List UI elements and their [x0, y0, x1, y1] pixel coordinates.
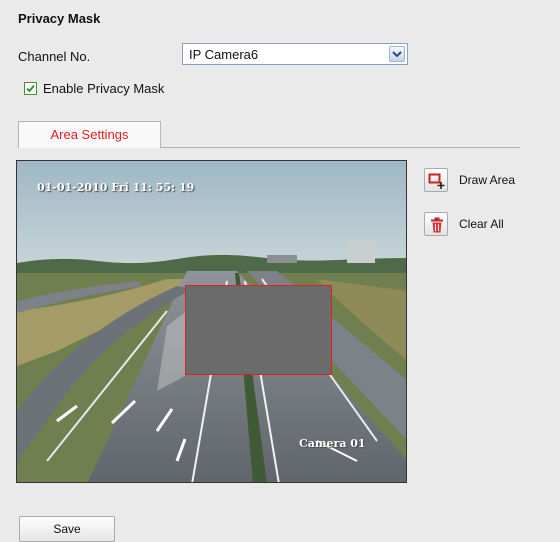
clear-all-button[interactable]: Clear All [424, 212, 504, 236]
enable-privacy-mask-checkbox[interactable] [24, 82, 37, 95]
draw-area-label: Draw Area [459, 173, 516, 187]
channel-select[interactable]: IP Camera6 [182, 43, 408, 65]
trash-icon[interactable] [424, 212, 448, 236]
draw-area-button[interactable]: Draw Area [424, 168, 515, 192]
privacy-mask-area[interactable] [185, 285, 332, 375]
channel-label: Channel No. [18, 49, 91, 64]
osd-timestamp: 01-01-2010 Fri 11: 55: 19 [37, 181, 195, 194]
section-title: Privacy Mask [18, 11, 101, 26]
chevron-down-icon[interactable] [389, 46, 405, 62]
enable-privacy-mask-row[interactable]: Enable Privacy Mask [24, 81, 164, 96]
draw-area-icon[interactable] [424, 168, 448, 192]
save-button[interactable]: Save [19, 516, 115, 542]
tab-area-settings[interactable]: Area Settings [18, 121, 161, 148]
osd-camera-label: Camera 01 [299, 437, 366, 450]
channel-select-value: IP Camera6 [189, 47, 259, 62]
clear-all-label: Clear All [459, 217, 504, 231]
video-preview[interactable]: 01-01-2010 Fri 11: 55: 19 Camera 01 [16, 160, 407, 483]
enable-privacy-mask-label: Enable Privacy Mask [43, 81, 165, 96]
